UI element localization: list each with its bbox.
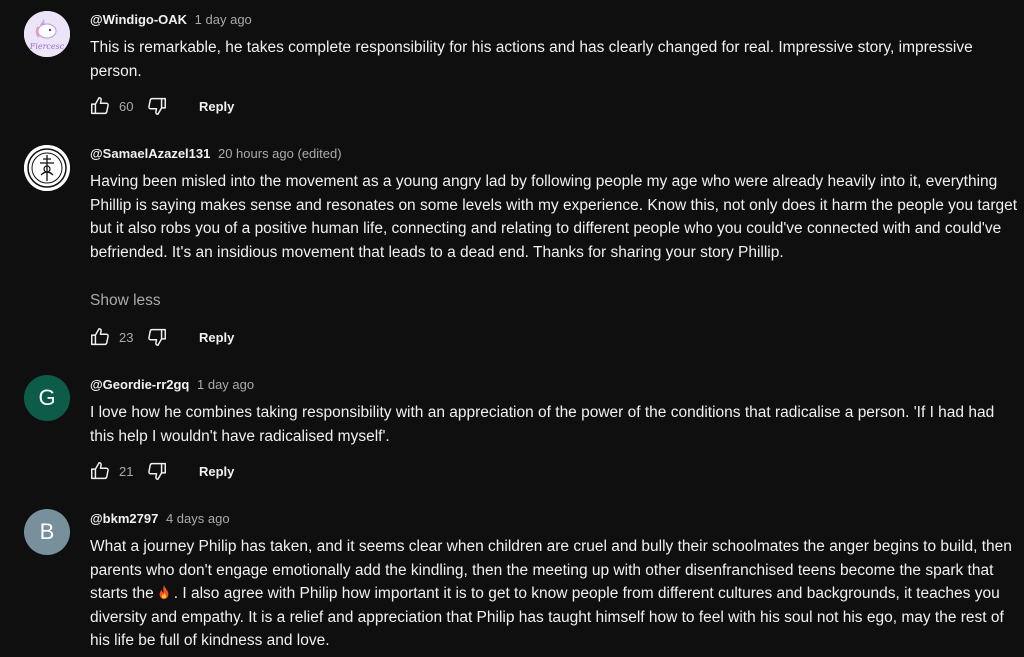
dislike-button[interactable] (145, 325, 169, 349)
avatar[interactable]: Fiercesc (24, 11, 70, 57)
author-name[interactable]: @Geordie-rr2gq (90, 377, 189, 392)
reply-button[interactable]: Reply (199, 99, 234, 114)
author-name[interactable]: @Windigo-OAK (90, 12, 187, 27)
timestamp[interactable]: 1 day ago (195, 12, 252, 27)
avatar-letter: G (38, 385, 56, 410)
comment-header: @bkm2797 4 days ago (90, 511, 230, 526)
author-name[interactable]: @bkm2797 (90, 511, 158, 526)
sigil-avatar-icon (24, 145, 70, 191)
comment-actions: 60 Reply (88, 92, 234, 120)
comment-text-part: . I also agree with Philip how important… (90, 585, 1004, 649)
avatar[interactable]: G (24, 375, 70, 421)
show-less-button[interactable]: Show less (90, 292, 161, 310)
thumbs-up-icon (91, 97, 109, 115)
like-button[interactable] (88, 325, 112, 349)
thumbs-down-icon (148, 328, 166, 346)
comment-header: @SamaelAzazel131 20 hours ago (edited) (90, 146, 342, 161)
avatar[interactable] (24, 145, 70, 191)
fire-icon (159, 585, 169, 599)
like-count: 60 (119, 98, 134, 114)
comment-header: @Geordie-rr2gq 1 day ago (90, 377, 254, 392)
dislike-button[interactable] (145, 459, 169, 483)
comment-actions: 23 Reply (88, 323, 234, 351)
avatar-letter: B (39, 519, 55, 544)
comment-actions: 21 Reply (88, 457, 234, 485)
avatar-logo-text: Fiercesc (29, 42, 65, 51)
thumbs-up-icon (91, 328, 109, 346)
thumbs-down-icon (148, 97, 166, 115)
dislike-button[interactable] (145, 94, 169, 118)
thumbs-up-icon (91, 462, 109, 480)
like-button[interactable] (88, 459, 112, 483)
timestamp[interactable]: 20 hours ago (edited) (218, 146, 342, 161)
timestamp[interactable]: 4 days ago (166, 511, 230, 526)
like-count: 21 (119, 463, 134, 479)
comment-text: This is remarkable, he takes complete re… (90, 39, 973, 80)
comment-text: What a journey Philip has taken, and it … (90, 535, 1020, 653)
reply-button[interactable]: Reply (199, 330, 234, 345)
thumbs-down-icon (148, 462, 166, 480)
author-name[interactable]: @SamaelAzazel131 (90, 146, 210, 161)
like-button[interactable] (88, 94, 112, 118)
comment-text: I love how he combines taking responsibi… (90, 404, 995, 445)
comment-header: @Windigo-OAK 1 day ago (90, 12, 252, 27)
unicorn-avatar-icon: Fiercesc (24, 11, 70, 57)
like-count: 23 (119, 329, 134, 345)
avatar[interactable]: B (24, 509, 70, 555)
comment-text: Having been misled into the movement as … (90, 173, 1018, 261)
reply-button[interactable]: Reply (199, 464, 234, 479)
timestamp[interactable]: 1 day ago (197, 377, 254, 392)
